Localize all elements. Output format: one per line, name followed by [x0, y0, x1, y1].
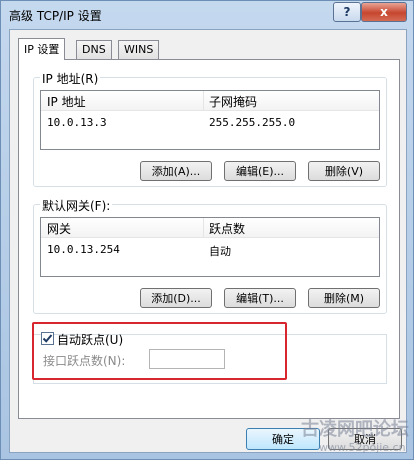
- gateway-metric-value: 自动: [209, 245, 231, 258]
- edit-gateway-button[interactable]: 编辑(T)...: [224, 288, 296, 308]
- tab-page-ip-settings: IP 地址(R) IP 地址 子网掩码 10.0.13.3 255.255.25…: [18, 59, 400, 419]
- watermark-url: www.52pojie.cn: [319, 441, 406, 454]
- close-button[interactable]: x: [361, 2, 407, 22]
- edit-ip-button[interactable]: 编辑(E)...: [224, 161, 296, 181]
- add-ip-button[interactable]: 添加(A)...: [140, 161, 212, 181]
- ip-address-group-label: IP 地址(R): [40, 70, 101, 87]
- title-bar[interactable]: 高级 TCP/IP 设置 ? x: [1, 1, 413, 29]
- remove-ip-button[interactable]: 删除(V): [308, 161, 380, 181]
- gateway-list[interactable]: 网关 跃点数 10.0.13.254 自动: [40, 217, 380, 277]
- dialog-client: IP 设置 DNS WINS IP 地址(R) IP 地址 子网掩码 10.0.…: [9, 29, 407, 453]
- column-ip-address[interactable]: IP 地址: [47, 93, 86, 110]
- gateway-list-header: 网关 跃点数: [41, 218, 379, 238]
- ip-address-group: IP 地址(R) IP 地址 子网掩码 10.0.13.3 255.255.25…: [33, 70, 387, 187]
- default-gateway-group-label: 默认网关(F):: [40, 197, 113, 214]
- tab-dns[interactable]: DNS: [76, 40, 112, 59]
- subnet-mask-value: 255.255.255.0: [209, 116, 296, 129]
- column-subnet-mask[interactable]: 子网掩码: [209, 93, 257, 110]
- help-button[interactable]: ?: [333, 2, 361, 22]
- ip-address-value: 10.0.13.3: [47, 116, 107, 129]
- ip-address-list-header: IP 地址 子网掩码: [41, 91, 379, 111]
- tab-ip-settings[interactable]: IP 设置: [18, 38, 66, 60]
- column-metric[interactable]: 跃点数: [209, 220, 245, 237]
- column-gateway[interactable]: 网关: [47, 220, 71, 237]
- highlight-annotation: [32, 322, 287, 380]
- add-gateway-button[interactable]: 添加(D)...: [140, 288, 212, 308]
- remove-gateway-button[interactable]: 删除(M): [308, 288, 380, 308]
- watermark-text: 古凌网吧论坛: [301, 419, 409, 440]
- dialog-window: 高级 TCP/IP 设置 ? x IP 设置 DNS WINS IP 地址(R)…: [0, 0, 414, 460]
- tab-wins[interactable]: WINS: [118, 40, 160, 59]
- window-title: 高级 TCP/IP 设置: [9, 9, 102, 23]
- gateway-value: 10.0.13.254: [47, 243, 120, 256]
- ip-address-list[interactable]: IP 地址 子网掩码 10.0.13.3 255.255.255.0: [40, 90, 380, 150]
- default-gateway-group: 默认网关(F): 网关 跃点数 10.0.13.254 自动 添加(D)... …: [33, 197, 387, 314]
